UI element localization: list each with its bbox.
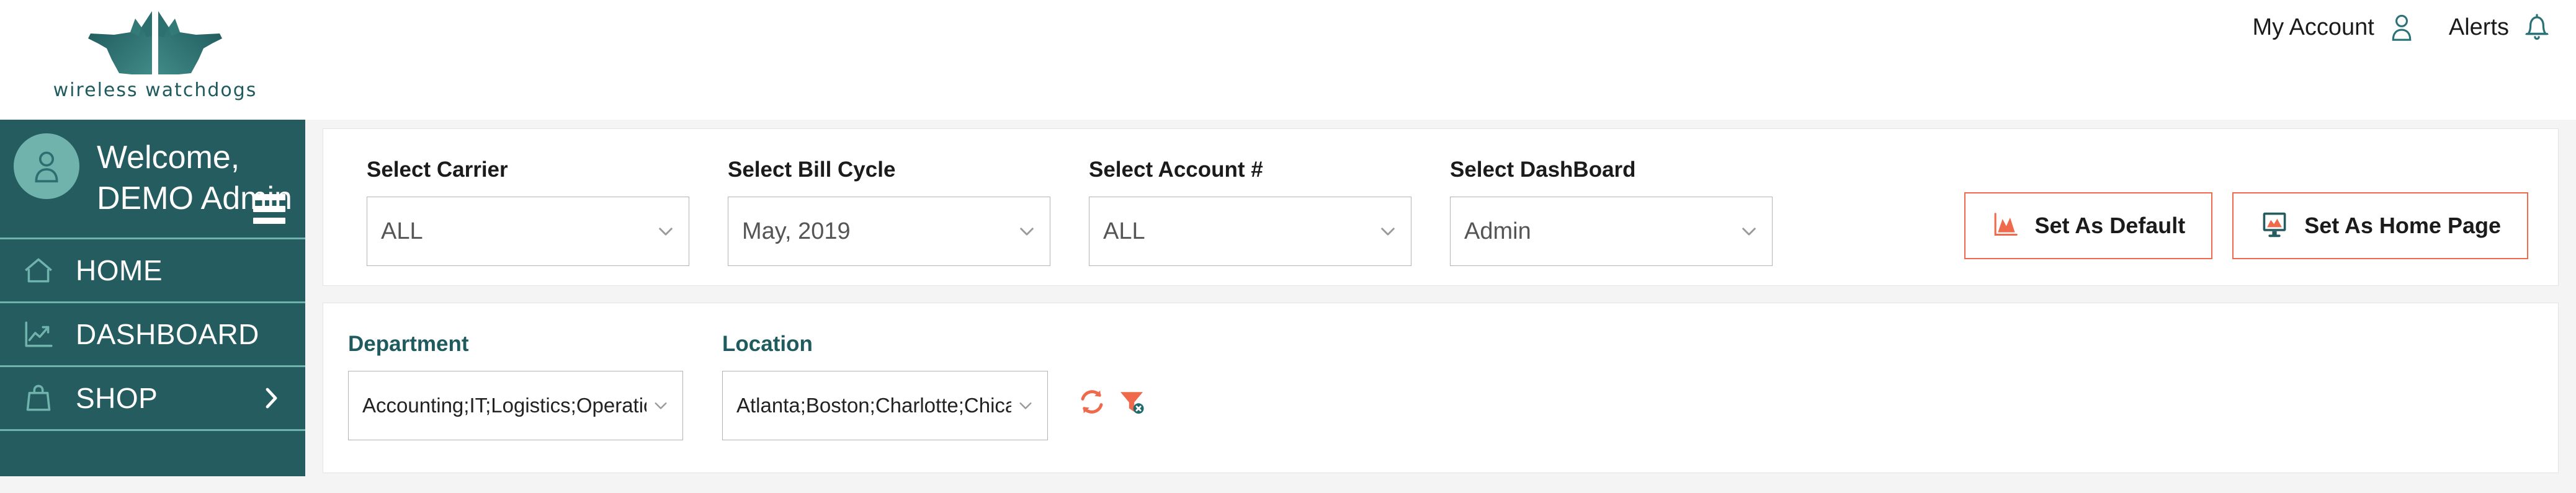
primary-filter-card: Select Carrier ALL Select Bill Cycle May…	[323, 128, 2559, 286]
set-as-default-button[interactable]: Set As Default	[1964, 192, 2213, 259]
account-filter: Select Account # ALL	[1089, 158, 1411, 266]
dashboard-value: Admin	[1464, 218, 1531, 244]
sidebar-item-dashboard[interactable]: DASHBOARD	[0, 301, 305, 365]
card-action-buttons: Set As Default Set As Home Page	[1964, 158, 2528, 259]
location-label: Location	[722, 332, 813, 356]
set-as-home-page-button[interactable]: Set As Home Page	[2232, 192, 2528, 259]
bell-icon[interactable]	[2523, 12, 2551, 43]
location-filter: Location Atlanta;Boston;Charlotte;Chicag…	[722, 332, 1048, 440]
account-value: ALL	[1103, 218, 1145, 244]
carrier-filter: Select Carrier ALL	[367, 158, 689, 266]
sidebar-item-home[interactable]: HOME	[0, 238, 305, 301]
chevron-down-icon[interactable]	[1738, 221, 1760, 242]
carrier-label: Select Carrier	[367, 158, 508, 182]
department-select[interactable]: Accounting;IT;Logistics;Operations	[348, 371, 683, 440]
sidebar-item-label: DASHBOARD	[76, 318, 259, 350]
bill-cycle-value: May, 2019	[742, 218, 851, 244]
chevron-down-icon[interactable]	[655, 221, 676, 242]
refresh-icon[interactable]	[1078, 388, 1106, 416]
alerts-label: Alerts	[2448, 14, 2509, 40]
chart-area-icon	[1992, 210, 2020, 242]
department-filter: Department Accounting;IT;Logistics;Opera…	[348, 332, 683, 440]
sidebar-item-shop[interactable]: SHOP	[0, 365, 305, 429]
home-icon	[20, 252, 57, 289]
carrier-select[interactable]: ALL	[367, 197, 689, 266]
location-select[interactable]: Atlanta;Boston;Charlotte;Chicago;D	[722, 371, 1048, 440]
chevron-down-icon[interactable]	[651, 396, 670, 415]
secondary-filter-card: Department Accounting;IT;Logistics;Opera…	[323, 303, 2559, 473]
user-icon[interactable]	[2388, 12, 2415, 42]
sidebar-user-panel: Welcome, DEMO Admin	[0, 120, 305, 238]
bill-cycle-filter: Select Bill Cycle May, 2019	[728, 158, 1050, 266]
primary-filter-row: Select Carrier ALL Select Bill Cycle May…	[367, 158, 2528, 266]
alerts-link[interactable]: Alerts	[2449, 12, 2551, 43]
dashboard-label: Select DashBoard	[1450, 158, 1636, 182]
filter-clear-icon[interactable]	[1117, 388, 1146, 416]
bill-cycle-label: Select Bill Cycle	[728, 158, 896, 182]
main-content: Select Carrier ALL Select Bill Cycle May…	[305, 120, 2576, 476]
welcome-greeting: Welcome,	[97, 140, 240, 175]
bill-cycle-select[interactable]: May, 2019	[728, 197, 1050, 266]
account-select[interactable]: ALL	[1089, 197, 1411, 266]
filter-action-icons	[1048, 332, 1146, 416]
shopping-bag-icon	[20, 380, 57, 417]
sidebar-item-label: HOME	[76, 254, 163, 286]
sidebar: Welcome, DEMO Admin HOME DASHBOARD SHOP	[0, 120, 305, 476]
carrier-value: ALL	[381, 218, 423, 244]
twin-dog-head-logo-icon	[88, 11, 222, 74]
avatar[interactable]	[14, 133, 79, 199]
account-label: Select Account #	[1089, 158, 1263, 182]
sidebar-item-next[interactable]	[0, 429, 305, 493]
chevron-down-icon[interactable]	[1377, 221, 1398, 242]
set-as-default-label: Set As Default	[2034, 213, 2186, 238]
my-account-label: My Account	[2252, 14, 2374, 40]
brand-wordmark: wireless watchdogs	[53, 79, 257, 101]
top-header-bar: wireless watchdogs My Account Alerts	[0, 0, 2576, 120]
location-value: Atlanta;Boston;Charlotte;Chicago;D	[736, 394, 1011, 417]
sidebar-item-label: SHOP	[76, 382, 158, 414]
department-value: Accounting;IT;Logistics;Operations	[362, 394, 646, 417]
department-label: Department	[348, 332, 469, 356]
hamburger-icon[interactable]	[253, 194, 285, 224]
chevron-down-icon[interactable]	[1016, 221, 1037, 242]
dashboard-filter: Select DashBoard Admin	[1450, 158, 1773, 266]
brand-logo-block[interactable]: wireless watchdogs	[6, 5, 304, 117]
chart-line-icon	[20, 316, 57, 353]
chevron-down-icon[interactable]	[1016, 396, 1035, 415]
monitor-chart-icon	[2260, 210, 2289, 242]
set-as-home-page-label: Set As Home Page	[2304, 213, 2501, 238]
dashboard-select[interactable]: Admin	[1450, 197, 1773, 266]
secondary-filter-row: Department Accounting;IT;Logistics;Opera…	[348, 332, 1146, 440]
chevron-right-icon[interactable]	[261, 384, 282, 412]
header-right-actions: My Account Alerts	[2252, 9, 2551, 46]
my-account-link[interactable]: My Account	[2252, 12, 2415, 42]
